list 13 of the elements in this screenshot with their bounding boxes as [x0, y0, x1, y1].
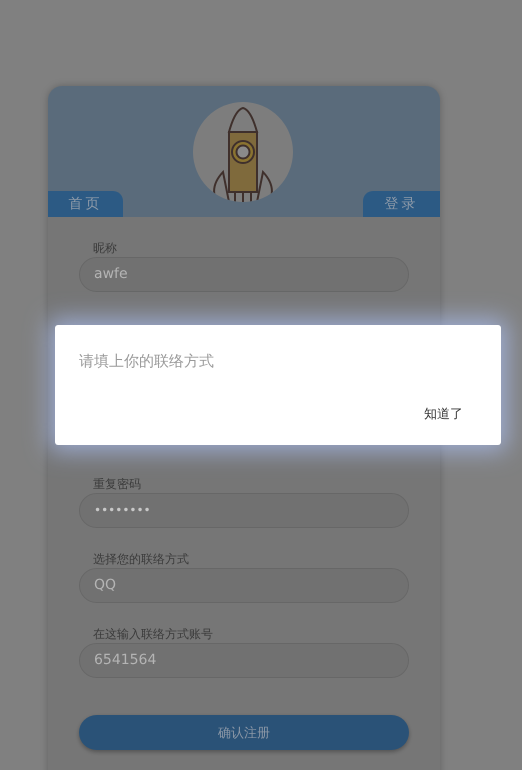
password-field[interactable]: •••••••• [79, 493, 409, 528]
nav-tab[interactable]: 登录 [363, 191, 440, 217]
register-button[interactable]: 确认注册 [79, 715, 409, 750]
field-label: 重复密码 [92, 477, 142, 491]
ok-button[interactable]: 知道了 [424, 405, 463, 423]
input-field[interactable]: 6541564 [79, 643, 409, 678]
field-label: 昵称 [92, 241, 118, 255]
input-field[interactable]: awfe [79, 257, 409, 292]
dialog-message: 请填上你的联络方式 [79, 352, 214, 371]
field-label: 选择您的联络方式 [92, 552, 190, 566]
input-field[interactable]: QQ [79, 568, 409, 603]
field-label: 在这输入联络方式账号 [92, 627, 214, 641]
nav-tab[interactable]: 首页 [48, 191, 123, 217]
